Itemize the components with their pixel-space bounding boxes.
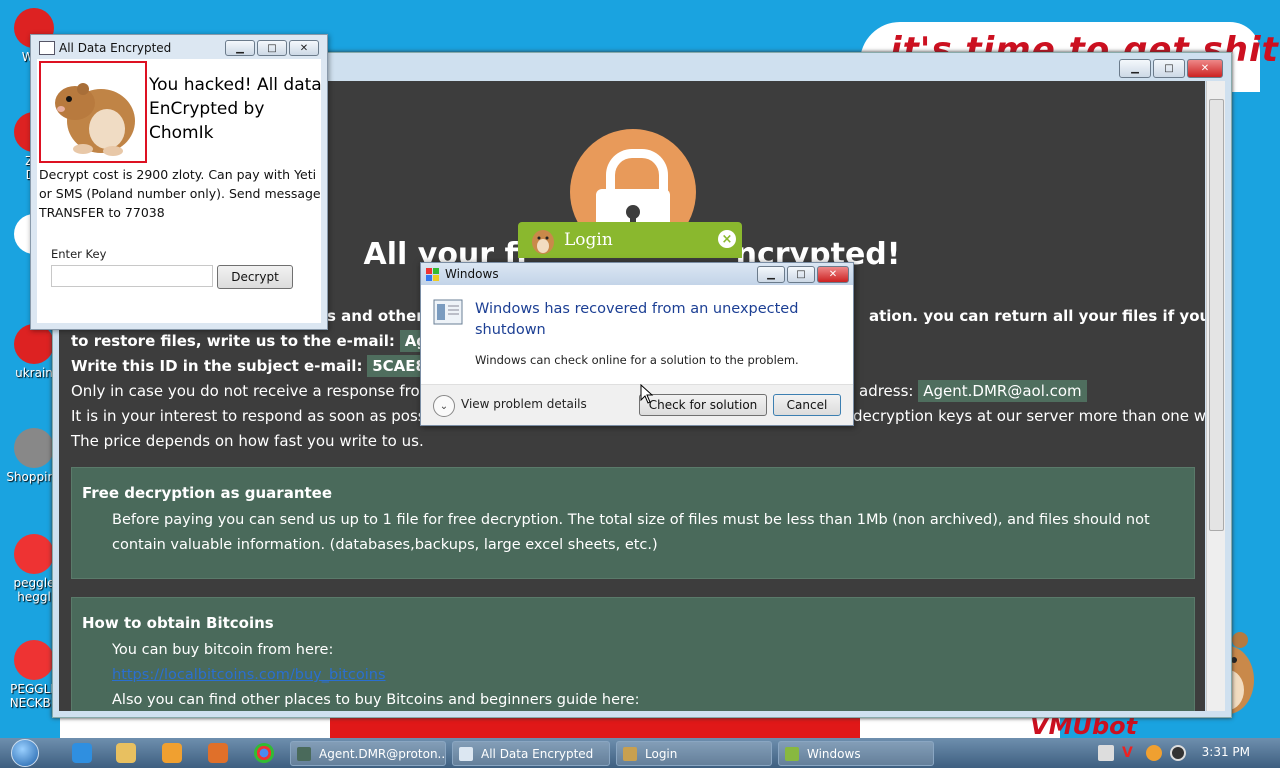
decrypt-instructions: Decrypt cost is 2900 zloty. Can pay with… bbox=[39, 167, 321, 220]
taskbar-window-button[interactable]: Windows bbox=[778, 741, 934, 766]
maximize-button[interactable]: □ bbox=[1153, 59, 1185, 78]
decrypt-window: All Data Encrypted ▁ □ ✕ You hacked! All… bbox=[30, 34, 328, 330]
bitcoin-box: How to obtain Bitcoins You can buy bitco… bbox=[71, 597, 1195, 711]
hamster-image bbox=[39, 61, 147, 163]
ie-quicklaunch-icon[interactable] bbox=[72, 743, 92, 763]
ransom-line2: to restore files, write us to the e-mail… bbox=[71, 330, 479, 352]
scrollbar-thumb[interactable] bbox=[1209, 99, 1224, 531]
windows-flag-icon bbox=[426, 267, 440, 281]
windows-orb-icon bbox=[11, 739, 39, 767]
view-details-label[interactable]: View problem details bbox=[461, 397, 587, 411]
ransom-line3: Write this ID in the subject e-mail: 5CA… bbox=[71, 355, 465, 377]
dialog-window-controls: ▁ □ ✕ bbox=[757, 266, 849, 283]
taskbar-button-label: Windows bbox=[807, 746, 861, 761]
ransom-line4: Only in case you do not receive a respon… bbox=[71, 382, 464, 400]
taskbar-window-button[interactable]: Login bbox=[616, 741, 772, 766]
minimize-button[interactable]: ▁ bbox=[1119, 59, 1151, 78]
free-decryption-text: Before paying you can send us up to 1 fi… bbox=[112, 512, 1150, 553]
ransom-line5-end: decryption keys at our server more than … bbox=[853, 407, 1205, 425]
tray-antivirus-icon[interactable]: V bbox=[1122, 745, 1138, 761]
decrypt-minimize-button[interactable]: ▁ bbox=[225, 40, 255, 56]
ransom-line5: It is in your interest to respond as soo… bbox=[71, 407, 473, 425]
desktop-app-icon bbox=[14, 640, 54, 680]
start-button[interactable] bbox=[4, 738, 46, 768]
taskbar-window-button[interactable]: All Data Encrypted bbox=[452, 741, 610, 766]
chevron-down-icon: ⌄ bbox=[439, 400, 449, 412]
chrome-quicklaunch-icon[interactable] bbox=[254, 743, 274, 763]
window-app-icon bbox=[39, 41, 55, 55]
free-decryption-box: Free decryption as guarantee Before payi… bbox=[71, 467, 1195, 579]
cancel-button[interactable]: Cancel bbox=[773, 394, 841, 416]
tray-speaker-icon[interactable] bbox=[1170, 745, 1186, 761]
decrypt-window-body: You hacked! All data EnCrypted by ChomIk… bbox=[37, 59, 322, 323]
bitcoin-line1: You can buy bitcoin from here: bbox=[112, 642, 334, 658]
key-input[interactable] bbox=[51, 265, 213, 287]
taskbar-button-label: Agent.DMR@proton... bbox=[319, 746, 446, 761]
dialog-minimize-button[interactable]: ▁ bbox=[757, 266, 785, 283]
taskbar-app-icon bbox=[459, 747, 473, 761]
desktop-app-icon bbox=[14, 324, 54, 364]
taskbar-app-icon bbox=[623, 747, 637, 761]
hamster-avatar-icon bbox=[530, 226, 556, 254]
media-player-quicklaunch-icon[interactable] bbox=[162, 743, 182, 763]
dialog-maximize-button[interactable]: □ bbox=[787, 266, 815, 283]
tray-network-icon[interactable] bbox=[1098, 745, 1114, 761]
dialog-titlebar: Windows ▁ □ ✕ bbox=[421, 263, 853, 285]
expand-details-toggle[interactable]: ⌄ bbox=[433, 395, 455, 417]
login-popup[interactable]: Login × bbox=[518, 222, 742, 258]
mouse-cursor-icon bbox=[640, 383, 654, 408]
bitcoin-title: How to obtain Bitcoins bbox=[82, 614, 274, 632]
decrypt-window-title: All Data Encrypted bbox=[59, 41, 172, 55]
decrypt-close-button[interactable]: ✕ bbox=[289, 40, 319, 56]
document-icon bbox=[433, 299, 463, 325]
taskbar-app-icon bbox=[297, 747, 311, 761]
app-quicklaunch-icon[interactable] bbox=[208, 743, 228, 763]
taskbar-app-icon bbox=[785, 747, 799, 761]
bitcoin-line2: Also you can find other places to buy Bi… bbox=[112, 692, 640, 708]
dialog-footer: ⌄ View problem details Check for solutio… bbox=[421, 384, 853, 425]
desktop-app-icon bbox=[14, 534, 54, 574]
ransom-line6: The price depends on how fast you write … bbox=[71, 432, 424, 450]
decrypt-maximize-button[interactable]: □ bbox=[257, 40, 287, 56]
taskbar-window-button[interactable]: Agent.DMR@proton... bbox=[290, 741, 446, 766]
desktop-app-icon bbox=[14, 428, 54, 468]
decrypt-headline: You hacked! All data EnCrypted by ChomIk bbox=[149, 75, 322, 143]
login-close-icon[interactable]: × bbox=[718, 230, 736, 248]
check-solution-button[interactable]: Check for solution bbox=[639, 394, 767, 416]
backup-email[interactable]: Agent.DMR@aol.com bbox=[918, 380, 1087, 402]
windows-recovery-dialog: Windows ▁ □ ✕ Windows has recovered from… bbox=[420, 262, 854, 426]
bitcoin-link[interactable]: https://localbitcoins.com/buy_bitcoins bbox=[112, 663, 1174, 688]
taskbar-clock[interactable]: 3:31 PM bbox=[1202, 745, 1250, 759]
close-button[interactable]: ✕ bbox=[1187, 59, 1223, 78]
ransom-line1-end: ation. you can return all your files if … bbox=[869, 307, 1205, 325]
explorer-quicklaunch-icon[interactable] bbox=[116, 743, 136, 763]
decrypt-window-controls: ▁ □ ✕ bbox=[225, 40, 319, 56]
dialog-subtext: Windows can check online for a solution … bbox=[475, 353, 799, 367]
taskbar-button-label: All Data Encrypted bbox=[481, 746, 594, 761]
taskbar: Agent.DMR@proton... All Data Encrypted Log… bbox=[0, 738, 1280, 768]
enter-key-label: Enter Key bbox=[51, 247, 107, 261]
taskbar-button-label: Login bbox=[645, 746, 678, 761]
ransom-line4-end: adress: Agent.DMR@aol.com bbox=[859, 380, 1087, 402]
window-controls: ▁ □ ✕ bbox=[1119, 59, 1223, 78]
vertical-scrollbar[interactable] bbox=[1206, 81, 1225, 711]
login-title: Login bbox=[564, 230, 613, 250]
dialog-close-button[interactable]: ✕ bbox=[817, 266, 849, 283]
decrypt-button[interactable]: Decrypt bbox=[217, 265, 293, 289]
tray-search-icon[interactable] bbox=[1146, 745, 1162, 761]
free-decryption-title: Free decryption as guarantee bbox=[82, 484, 333, 502]
dialog-heading: Windows has recovered from an unexpected… bbox=[475, 301, 799, 338]
dialog-title: Windows bbox=[445, 267, 499, 281]
